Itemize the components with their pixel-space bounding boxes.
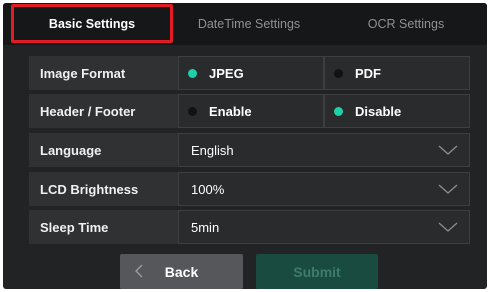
- sleep-time-value: 5min: [191, 219, 220, 235]
- tab-bar: Basic Settings DateTime Settings OCR Set…: [3, 3, 487, 45]
- language-value: English: [191, 142, 234, 158]
- sleep-time-label: Sleep Time: [29, 210, 178, 244]
- radio-selected-icon: [334, 106, 343, 116]
- submit-button[interactable]: Submit: [256, 254, 378, 289]
- radio-unselected-icon: [188, 106, 197, 116]
- lcd-brightness-value: 100%: [191, 181, 225, 197]
- option-label: PDF: [355, 65, 381, 81]
- tab-basic-settings[interactable]: Basic Settings: [11, 3, 173, 45]
- image-format-option-pdf[interactable]: PDF: [324, 56, 470, 90]
- chevron-left-icon: [135, 264, 143, 278]
- language-select[interactable]: English: [178, 133, 470, 167]
- lcd-brightness-label: LCD Brightness: [29, 172, 178, 206]
- tab-ocr-settings[interactable]: OCR Settings: [325, 3, 487, 45]
- chevron-down-icon: [438, 222, 458, 232]
- radio-unselected-icon: [334, 68, 343, 78]
- header-footer-option-enable[interactable]: Enable: [178, 94, 324, 128]
- radio-selected-icon: [188, 68, 197, 78]
- chevron-down-icon: [438, 145, 458, 155]
- option-label: Enable: [209, 103, 252, 119]
- chevron-down-icon: [438, 184, 458, 194]
- lcd-brightness-select[interactable]: 100%: [178, 172, 470, 206]
- header-footer-label: Header / Footer: [29, 94, 178, 128]
- submit-button-label: Submit: [293, 263, 341, 280]
- header-footer-option-disable[interactable]: Disable: [324, 94, 470, 128]
- language-label: Language: [29, 133, 178, 167]
- option-label: Disable: [355, 103, 402, 119]
- option-label: JPEG: [209, 65, 244, 81]
- sleep-time-select[interactable]: 5min: [178, 210, 470, 244]
- settings-screen: Basic Settings DateTime Settings OCR Set…: [3, 3, 487, 289]
- back-button-label: Back: [164, 263, 199, 280]
- back-button[interactable]: Back: [120, 254, 243, 289]
- tab-datetime-settings[interactable]: DateTime Settings: [173, 3, 325, 45]
- image-format-label: Image Format: [29, 56, 178, 90]
- image-format-option-jpeg[interactable]: JPEG: [178, 56, 324, 90]
